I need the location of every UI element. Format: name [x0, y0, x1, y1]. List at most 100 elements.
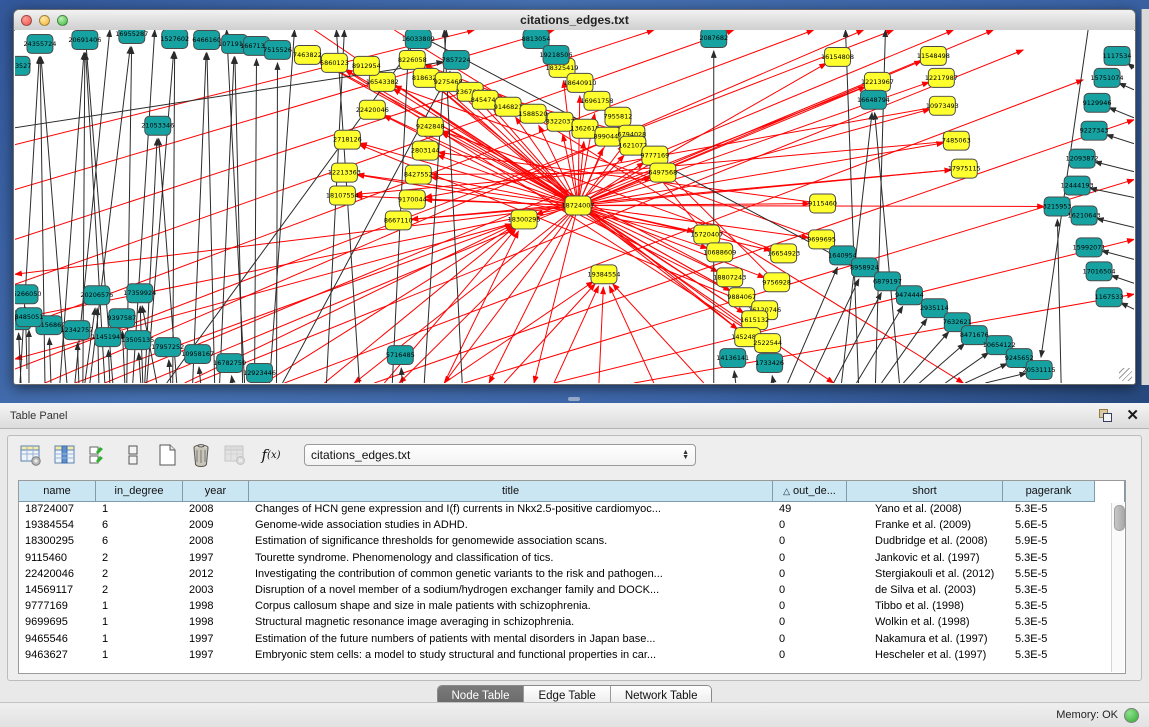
graph-node-9474444[interactable]: 9474444	[895, 286, 924, 305]
graph-node-1615132[interactable]: 1615132	[740, 311, 769, 330]
graph-node-9227343[interactable]: 9227343	[1080, 121, 1109, 140]
graph-node-25266050[interactable]: 25266050	[15, 285, 41, 304]
panel-splitter-handle[interactable]	[568, 397, 580, 401]
graph-node-6466160[interactable]: 6466160	[192, 30, 221, 49]
graph-node-12213363[interactable]: 12213363	[328, 163, 361, 182]
graph-node-7515526[interactable]: 7515526	[263, 40, 292, 59]
graph-node-9170044[interactable]: 9170044	[398, 190, 427, 209]
graph-node-14136141[interactable]: 14136141	[716, 349, 749, 368]
close-panel-icon[interactable]: ✕	[1126, 409, 1139, 422]
graph-node-20691406[interactable]: 20691406	[68, 30, 101, 49]
graph-node-8427552[interactable]: 8427552	[404, 165, 433, 184]
graph-node-18724007[interactable]: 18724007	[562, 196, 595, 215]
graph-node-1693527[interactable]: 1693527	[15, 56, 31, 75]
float-panel-icon[interactable]	[1099, 409, 1112, 422]
graph-node-20206576[interactable]: 20206576	[80, 286, 113, 305]
graph-node-1588520[interactable]: 1588520	[519, 104, 548, 123]
graph-node-15751074[interactable]: 15751074	[1091, 68, 1124, 87]
window-resize-grip[interactable]	[1119, 368, 1132, 381]
graph-node-8912954[interactable]: 8912954	[352, 56, 381, 75]
graph-node-17957252[interactable]: 17957252	[151, 338, 184, 357]
graph-node-5860123[interactable]: 5860123	[320, 53, 349, 72]
graph-node-8226058[interactable]: 8226058	[398, 50, 427, 69]
graph-node-2087682[interactable]: 2087682	[699, 30, 728, 47]
table-settings-button[interactable]	[16, 440, 46, 470]
window-titlebar[interactable]: citations_edges.txt	[14, 10, 1135, 31]
graph-node-15720407[interactable]: 15720407	[690, 225, 723, 244]
graph-node-9115460[interactable]: 9115460	[808, 194, 837, 213]
table-row[interactable]: 911546021997Tourette syndrome. Phenomeno…	[19, 551, 1125, 567]
graph-node-16654923[interactable]: 16654923	[767, 244, 800, 263]
column-header-pagerank[interactable]: pagerank	[1003, 481, 1095, 502]
column-header-name[interactable]: name	[19, 481, 96, 502]
table-row[interactable]: 2242004622012Investigating the contribut…	[19, 567, 1125, 583]
table-row[interactable]: 946554611997Estimation of the future num…	[19, 632, 1125, 648]
graph-node-18107554[interactable]: 18107554	[326, 186, 359, 205]
network-canvas[interactable]: 1872400782260581654338281863289275468236…	[15, 30, 1134, 383]
table-row[interactable]: 1872400712008Changes of HCN gene express…	[19, 502, 1125, 518]
graph-node-17359924[interactable]: 17359924	[123, 284, 156, 303]
graph-node-7463822[interactable]: 7463822	[293, 45, 322, 64]
function-builder-button[interactable]: f(x)	[254, 440, 288, 470]
graph-node-9777169[interactable]: 9777169	[640, 146, 669, 165]
delete-rows-button[interactable]	[186, 440, 216, 470]
graph-node-12213967[interactable]: 12213967	[861, 72, 894, 91]
table-selector-dropdown[interactable]: citations_edges.txt ▲▼	[304, 444, 696, 466]
graph-node-1527602[interactable]: 1527602	[160, 30, 189, 48]
graph-node-9397587[interactable]: 9397587	[107, 309, 136, 328]
delete-table-button[interactable]	[220, 440, 250, 470]
graph-node-21053346[interactable]: 21053346	[141, 116, 174, 135]
graph-node-10688609[interactable]: 10688609	[703, 243, 736, 262]
graph-node-2718126[interactable]: 2718126	[333, 130, 362, 149]
node-attribute-table[interactable]: namein_degreeyeartitle△out_de...shortpag…	[18, 480, 1126, 674]
select-columns-button[interactable]	[84, 440, 114, 470]
graph-node-18300295[interactable]: 18300295	[508, 210, 541, 229]
graph-node-5716485[interactable]: 5716485	[386, 346, 415, 365]
table-row[interactable]: 969969511998Structural magnetic resonanc…	[19, 615, 1125, 631]
column-header-out_de[interactable]: △out_de...	[773, 481, 847, 502]
graph-node-18807243[interactable]: 18807243	[713, 268, 746, 287]
graph-node-7485063[interactable]: 7485063	[942, 131, 971, 150]
graph-node-1167533[interactable]: 1167533	[1095, 288, 1124, 307]
graph-node-12444193[interactable]: 12444193	[1061, 176, 1094, 195]
graph-node-8485051[interactable]: 8485051	[15, 308, 43, 327]
graph-node-6497568[interactable]: 6497568	[648, 163, 677, 182]
table-row[interactable]: 1938455462009Genome-wide association stu…	[19, 518, 1125, 534]
graph-node-17975115[interactable]: 17975115	[948, 159, 981, 178]
column-header-in_degree[interactable]: in_degree	[96, 481, 183, 502]
graph-node-16210643[interactable]: 16210643	[1068, 206, 1101, 225]
column-header-year[interactable]: year	[183, 481, 249, 502]
row-options-button[interactable]	[118, 440, 148, 470]
graph-node-12217987[interactable]: 12217987	[925, 68, 958, 87]
graph-node-16955287[interactable]: 16955287	[115, 30, 148, 43]
graph-node-12342757[interactable]: 12342757	[60, 321, 93, 340]
table-row[interactable]: 946362711997Embryonic stem cells: a mode…	[19, 648, 1125, 664]
column-header-short[interactable]: short	[847, 481, 1003, 502]
graph-node-11451941[interactable]: 11451941	[91, 328, 124, 347]
graph-node-8667110[interactable]: 8667110	[384, 211, 413, 230]
new-table-button[interactable]	[152, 440, 182, 470]
graph-node-19384554[interactable]: 19384554	[587, 265, 620, 284]
citation-network-graph[interactable]: 1872400782260581654338281863289275468236…	[15, 30, 1134, 383]
graph-node-9242848[interactable]: 9242848	[416, 117, 445, 136]
graph-node-10958167[interactable]: 10958167	[181, 345, 214, 364]
graph-node-2522544[interactable]: 2522544	[753, 334, 782, 353]
graph-node-20531115[interactable]: 20531115	[1023, 361, 1056, 380]
table-row[interactable]: 1456911722003Disruption of a novel membe…	[19, 583, 1125, 599]
graph-node-18640910[interactable]: 18640910	[564, 73, 597, 92]
graph-node-9129946[interactable]: 9129946	[1083, 93, 1112, 112]
graph-node-16033809[interactable]: 16033809	[402, 30, 435, 48]
table-scrollbar[interactable]	[1111, 503, 1124, 672]
graph-node-11548498[interactable]: 11548498	[917, 46, 950, 65]
graph-node-19218506[interactable]: 19218506	[540, 45, 573, 64]
graph-node-16648794[interactable]: 16648794	[857, 90, 890, 109]
table-scrollbar-thumb[interactable]	[1114, 505, 1125, 531]
graph-node-1733426[interactable]: 1733426	[755, 354, 784, 373]
graph-node-2803144[interactable]: 2803144	[411, 141, 440, 160]
graph-node-15992071[interactable]: 15992071	[1073, 238, 1106, 257]
graph-node-10973493[interactable]: 10973493	[926, 96, 959, 115]
graph-node-7955812[interactable]: 7955812	[604, 107, 633, 126]
graph-node-16782759[interactable]: 16782759	[213, 354, 246, 373]
graph-node-9756928[interactable]: 9756928	[762, 273, 791, 292]
network-view-window[interactable]: citations_edges.txt 18724007822605816543…	[13, 9, 1136, 385]
